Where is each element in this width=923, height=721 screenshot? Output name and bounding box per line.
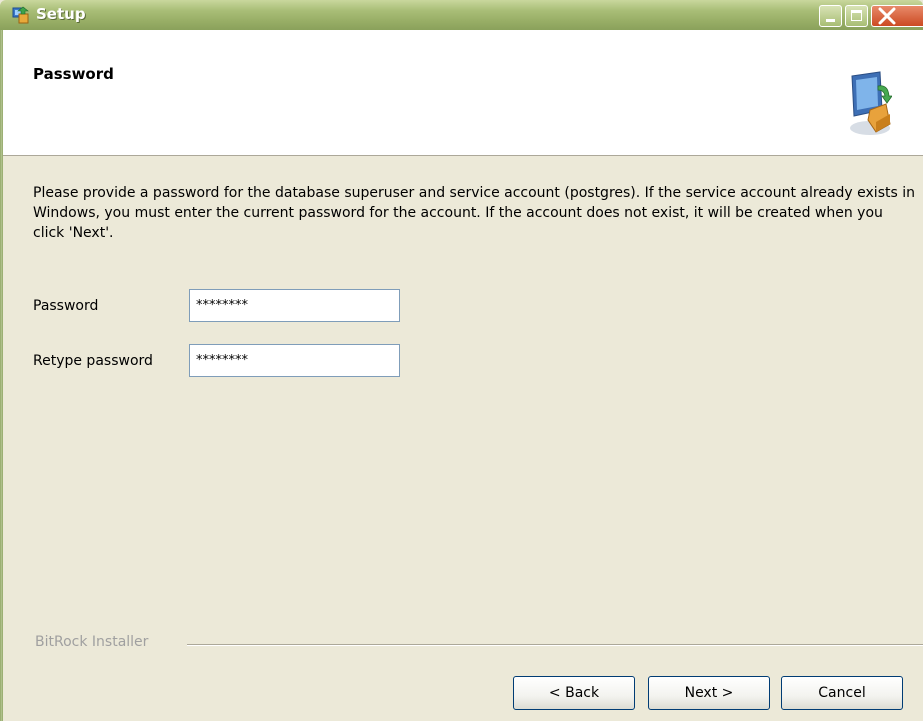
maximize-icon [851, 10, 862, 21]
password-label: Password [33, 298, 99, 314]
window-title: Setup [36, 5, 86, 23]
back-button[interactable]: < Back [513, 676, 635, 710]
installer-brand: BitRock Installer [35, 634, 149, 650]
minimize-icon [826, 19, 835, 22]
retype-password-field[interactable] [189, 344, 400, 377]
setup-icon [12, 6, 29, 24]
computer-package-icon [850, 71, 892, 135]
password-field[interactable] [189, 289, 400, 322]
cancel-button[interactable]: Cancel [781, 676, 903, 710]
minimize-button[interactable] [819, 5, 842, 27]
description-text: Please provide a password for the databa… [33, 185, 915, 241]
footer-divider [187, 644, 923, 646]
title-bar[interactable]: Setup [0, 0, 923, 30]
setup-window: Setup Password Please provide a password… [0, 0, 923, 721]
retype-password-label: Retype password [33, 353, 153, 369]
page-header: Password [3, 30, 923, 156]
content-area: Please provide a password for the databa… [33, 183, 918, 243]
close-button[interactable] [871, 5, 923, 27]
maximize-button[interactable] [845, 5, 868, 27]
page-title: Password [33, 65, 114, 83]
close-icon [878, 7, 896, 25]
next-button[interactable]: Next > [648, 676, 770, 710]
